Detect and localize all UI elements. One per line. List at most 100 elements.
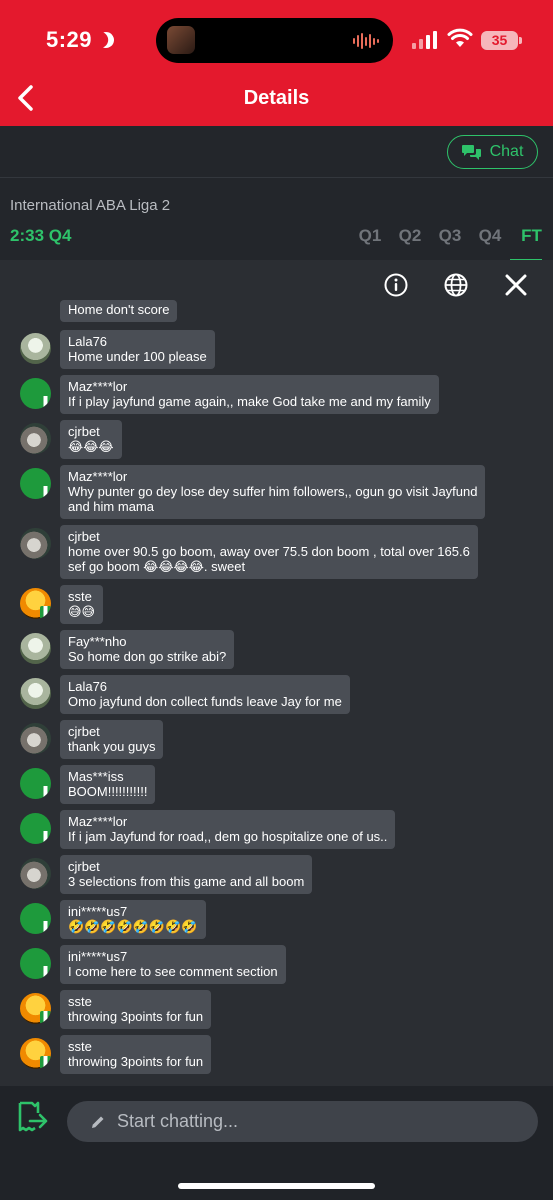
message-username[interactable]: ini*****us7 — [68, 949, 278, 964]
avatar[interactable] — [20, 1038, 51, 1069]
message-text: thank you guys — [68, 739, 156, 754]
game-clock: 2:33 Q4 — [10, 226, 72, 245]
message-bubble: cjrbet home over 90.5 go boom, away over… — [60, 525, 478, 579]
tab-q4[interactable]: Q4 — [470, 226, 510, 246]
message-username[interactable]: sste — [68, 1039, 203, 1054]
app-header: 5:29 35 Details — [0, 0, 553, 126]
avatar[interactable] — [20, 903, 51, 934]
chat-input-placeholder: Start chatting... — [117, 1111, 239, 1131]
message-bubble: Fay***nho So home don go strike abi? — [60, 630, 235, 669]
avatar[interactable] — [20, 768, 51, 799]
message-username[interactable]: Maz****lor — [68, 814, 387, 829]
globe-icon[interactable] — [443, 272, 469, 298]
message-username[interactable]: Mas***iss — [68, 769, 147, 784]
message-bubble: Lala76 Home under 100 please — [60, 330, 215, 369]
message-bubble: sste 😅😅 — [60, 585, 104, 624]
status-time: 5:29 — [46, 27, 114, 53]
message-username[interactable]: ini*****us7 — [68, 904, 198, 919]
avatar[interactable] — [20, 633, 51, 664]
now-playing-artwork — [167, 26, 195, 54]
message-bubble: Maz****lor Why punter go dey lose dey su… — [60, 465, 486, 519]
cellular-signal-icon — [412, 31, 437, 49]
message-bubble: cjrbet thank you guys — [60, 720, 164, 759]
message-username[interactable]: Maz****lor — [68, 379, 431, 394]
message-text: 3 selections from this game and all boom — [68, 874, 305, 889]
tab-q3[interactable]: Q3 — [430, 226, 470, 246]
message-text: So home don go strike abi? — [68, 649, 227, 664]
message-bubble: Maz****lor If i play jayfund game again,… — [60, 375, 439, 414]
message-username[interactable]: cjrbet — [68, 529, 470, 544]
message-text: If i play jayfund game again,, make God … — [68, 394, 431, 409]
message-text: Why punter go dey lose dey suffer him fo… — [68, 484, 478, 499]
message-username[interactable]: cjrbet — [68, 859, 304, 874]
avatar[interactable] — [20, 948, 51, 979]
avatar[interactable] — [20, 423, 51, 454]
message-text: home over 90.5 go boom, away over 75.5 d… — [68, 544, 470, 559]
avatar[interactable] — [20, 678, 51, 709]
avatar[interactable] — [20, 468, 51, 499]
message-username[interactable]: sste — [68, 994, 203, 1009]
chat-panel: Home don't score Lala76 Home under 100 p… — [0, 260, 553, 1086]
message-bubble: Home don't score — [60, 300, 178, 322]
message-bubble: Mas***iss BOOM!!!!!!!!!!! — [60, 765, 156, 804]
message-text-line2: sef go boom 😂😂😂😂. sweet — [68, 559, 246, 574]
message-text: 🤣🤣🤣🤣🤣🤣🤣🤣 — [68, 919, 198, 934]
tab-ft[interactable]: FT — [510, 226, 553, 246]
chat-toggle-bar: Chat — [0, 126, 553, 178]
battery-icon: 35 — [481, 31, 522, 50]
message-text: If i jam Jayfund for road,, dem go hospi… — [68, 829, 388, 844]
message-bubble: ini*****us7 I come here to see comment s… — [60, 945, 286, 984]
avatar[interactable] — [20, 993, 51, 1024]
message-text: I come here to see comment section — [68, 964, 278, 979]
audio-wave-icon — [353, 32, 379, 50]
page-title: Details — [243, 87, 310, 109]
wifi-icon — [447, 28, 473, 47]
moon-icon — [95, 29, 117, 51]
tab-q2[interactable]: Q2 — [390, 226, 430, 246]
home-indicator — [178, 1183, 375, 1189]
message-username[interactable]: Lala76 — [68, 679, 342, 694]
message-text: Home under 100 please — [68, 349, 207, 364]
period-tabs: Q1 Q2 Q3 Q4 FT — [350, 226, 553, 246]
message-text: Home don't score — [68, 302, 170, 317]
chat-button-label: Chat — [489, 143, 524, 160]
message-text: 😂😂😂 — [68, 439, 114, 454]
message-text: Omo jayfund don collect funds leave Jay … — [68, 694, 342, 709]
avatar[interactable] — [20, 378, 51, 409]
status-time-text: 5:29 — [46, 27, 93, 52]
chat-input[interactable]: Start chatting... — [67, 1101, 538, 1142]
message-bubble: sste throwing 3points for fun — [60, 1035, 212, 1074]
avatar[interactable] — [20, 813, 51, 844]
message-text: BOOM!!!!!!!!!!! — [68, 784, 148, 799]
message-text: throwing 3points for fun — [68, 1054, 204, 1069]
message-bubble: cjrbet 😂😂😂 — [60, 420, 122, 459]
avatar[interactable] — [20, 333, 51, 364]
message-bubble: ini*****us7 🤣🤣🤣🤣🤣🤣🤣🤣 — [60, 900, 206, 939]
message-username[interactable]: Lala76 — [68, 334, 207, 349]
message-text-line2: and him mama — [68, 499, 154, 514]
message-username[interactable]: cjrbet — [68, 724, 155, 739]
tab-q1[interactable]: Q1 — [350, 226, 390, 246]
message-bubble: Lala76 Omo jayfund don collect funds lea… — [60, 675, 350, 714]
close-icon[interactable] — [503, 272, 529, 298]
message-text: 😅😅 — [68, 604, 96, 619]
avatar[interactable] — [20, 858, 51, 889]
message-username[interactable]: Fay***nho — [68, 634, 226, 649]
league-name: International ABA Liga 2 — [10, 197, 171, 214]
message-username[interactable]: sste — [68, 589, 95, 604]
avatar[interactable] — [20, 528, 51, 559]
pencil-icon — [92, 1116, 104, 1128]
dynamic-island — [156, 18, 393, 63]
message-bubble: cjrbet 3 selections from this game and a… — [60, 855, 313, 894]
avatar[interactable] — [20, 723, 51, 754]
message-text: throwing 3points for fun — [68, 1009, 204, 1024]
betslip-icon[interactable] — [16, 1100, 50, 1134]
message-username[interactable]: Maz****lor — [68, 469, 477, 484]
chat-button[interactable]: Chat — [447, 135, 538, 169]
info-icon[interactable] — [383, 272, 409, 298]
message-username[interactable]: cjrbet — [68, 424, 114, 439]
match-info: International ABA Liga 2 2:33 Q4 Q1 Q2 Q… — [0, 178, 553, 261]
message-bubble: Maz****lor If i jam Jayfund for road,, d… — [60, 810, 396, 849]
avatar[interactable] — [20, 588, 51, 619]
message-bubble: sste throwing 3points for fun — [60, 990, 212, 1029]
